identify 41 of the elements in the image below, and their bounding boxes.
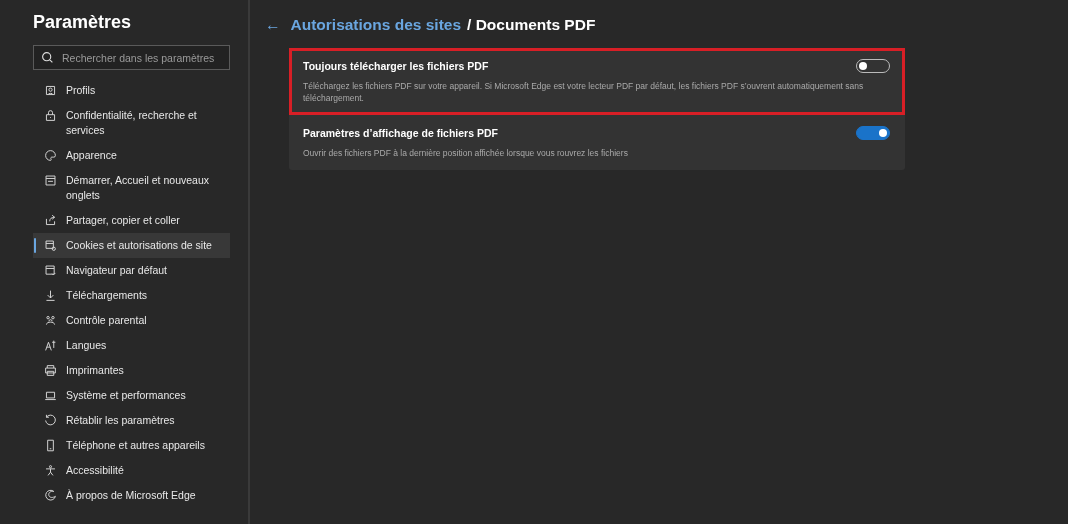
sidebar-item[interactable]: Langues bbox=[33, 333, 230, 358]
cookie-settings-icon bbox=[44, 239, 57, 252]
settings-title: Paramètres bbox=[33, 12, 133, 33]
sidebar-item[interactable]: Contrôle parental bbox=[33, 308, 230, 333]
sidebar-item[interactable]: À propos de Microsoft Edge bbox=[33, 483, 230, 508]
sidebar-item[interactable]: Téléchargements bbox=[33, 283, 230, 308]
palette-icon bbox=[44, 149, 57, 162]
lock-icon bbox=[44, 109, 57, 122]
profile-icon bbox=[44, 84, 57, 97]
page-title: / Documents PDF bbox=[467, 16, 596, 34]
sidebar-item[interactable]: Système et performances bbox=[33, 383, 230, 408]
sidebar-item[interactable]: Cookies et autorisations de site bbox=[33, 233, 230, 258]
printer-icon bbox=[44, 364, 57, 377]
toggle-switch[interactable] bbox=[856, 126, 890, 140]
language-icon bbox=[44, 339, 57, 352]
accessibility-icon bbox=[44, 464, 57, 477]
back-arrow[interactable]: ← bbox=[265, 16, 281, 34]
download-icon bbox=[44, 289, 57, 302]
sidebar-item[interactable]: Profils bbox=[33, 78, 230, 103]
search-icon bbox=[41, 51, 54, 64]
sidebar-item[interactable]: Démarrer, Accueil et nouveaux onglets bbox=[33, 168, 230, 208]
home-page-icon bbox=[44, 174, 57, 187]
sidebar-item[interactable]: Confidentialité, recherche et services bbox=[33, 103, 230, 143]
laptop-icon bbox=[44, 389, 57, 402]
sidebar-item[interactable]: Téléphone et autres appareils bbox=[33, 433, 230, 458]
sidebar-item[interactable]: Apparence bbox=[33, 143, 230, 168]
setting-description: Téléchargez les fichiers PDF sur votre appareil. Si Microsoft Edge est votre lecteur PDF par défaut, les fichiers PDF s’ouvrent automatiquement sans téléchargement. bbox=[303, 80, 865, 104]
browser-check-icon bbox=[44, 264, 57, 277]
sidebar-item[interactable]: Rétablir les paramètres bbox=[33, 408, 230, 433]
sidebar-item[interactable]: Navigateur par défaut bbox=[33, 258, 230, 283]
sidebar-item[interactable]: Accessibilité bbox=[33, 458, 230, 483]
phone-icon bbox=[44, 439, 57, 452]
setting-title: Toujours télécharger les fichiers PDF bbox=[303, 60, 489, 72]
search-field[interactable]: Rechercher dans les paramètres bbox=[33, 45, 230, 70]
share-icon bbox=[44, 214, 57, 227]
reset-icon bbox=[44, 414, 57, 427]
sidebar-item[interactable]: Partager, copier et coller bbox=[33, 208, 230, 233]
breadcrumb-link[interactable]: Autorisations des sites bbox=[290, 16, 462, 34]
sidebar-item[interactable]: Imprimantes bbox=[33, 358, 230, 383]
setting-description: Ouvrir des fichiers PDF à la dernière position affichée lorsque vous rouvrez les fichiers bbox=[303, 147, 629, 159]
setting-title: Paramètres d’affichage de fichiers PDF bbox=[303, 127, 498, 139]
